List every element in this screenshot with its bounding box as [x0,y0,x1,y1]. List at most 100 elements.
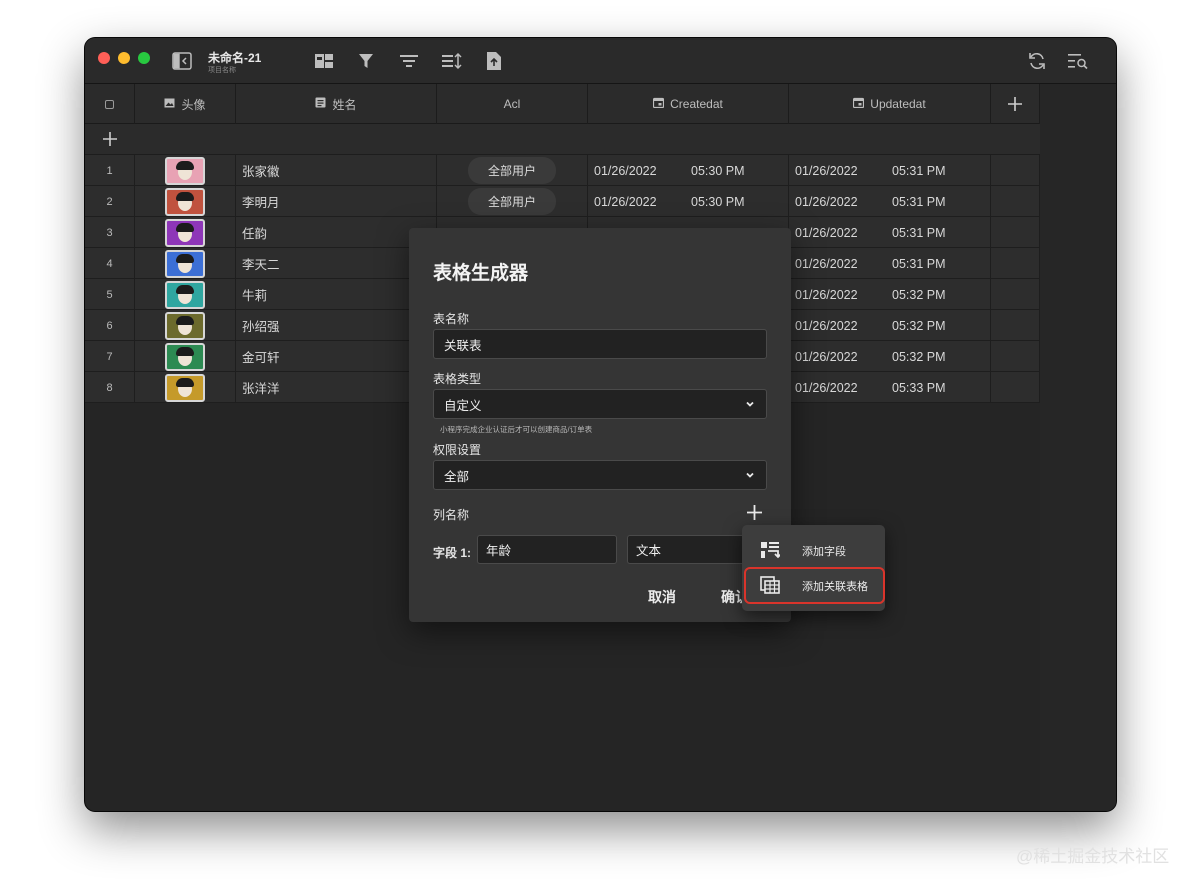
empty-cell [991,217,1040,248]
updatedat-cell[interactable]: 01/26/2022 05:32 PM [789,341,991,372]
empty-cell [991,248,1040,279]
table-type-select[interactable]: 自定义 [433,389,767,419]
avatar [165,249,205,278]
avatar-cell[interactable] [135,372,236,403]
group-icon[interactable] [398,50,420,72]
table-name-value: 关联表 [444,338,482,353]
empty-cell [991,155,1040,186]
menu-item-highlight-box [744,567,885,604]
menu-item-label: 添加字段 [802,546,846,558]
avatar-cell[interactable] [135,155,236,186]
confirm-button[interactable]: 确认 [721,587,742,607]
acl-badge[interactable]: 全部用户 [467,188,556,215]
name-cell[interactable]: 李明月 [236,186,437,217]
name-cell[interactable]: 张洋洋 [236,372,437,403]
avatar-cell[interactable] [135,279,236,310]
updatedat-cell[interactable]: 01/26/2022 05:32 PM [789,310,991,341]
field-1-type-select[interactable]: 文本 [627,535,752,564]
acl-cell[interactable]: 全部用户 [437,186,588,217]
avatar [165,156,205,185]
updatedat-cell[interactable]: 01/26/2022 05:33 PM [789,372,991,403]
acl-badge[interactable]: 全部用户 [467,157,556,184]
add-column-button[interactable] [991,84,1040,124]
filter-icon[interactable] [355,50,377,72]
avatar-cell[interactable] [135,248,236,279]
sort-icon[interactable] [441,50,463,72]
minimize-window-button[interactable] [118,52,130,64]
zoom-window-button[interactable] [138,52,150,64]
column-label: Createdat [670,97,723,111]
right-empty-pane [1040,84,1116,811]
permission-value: 全部 [444,469,470,484]
acl-cell[interactable]: 全部用户 [437,155,588,186]
permission-select[interactable]: 全部 [433,460,767,490]
createdat-cell[interactable]: 01/26/2022 05:30 PM [588,155,789,186]
table-row[interactable]: 1 张家徽 全部用户 01/26/2022 05:30 PM 01/26/2022 05:3… [85,155,1040,186]
name-cell[interactable]: 任韵 [236,217,437,248]
avatar-cell[interactable] [135,310,236,341]
grid-header: 头像 姓名 Acl Createdat Updatedat [85,84,1040,124]
column-header-name[interactable]: 姓名 [236,84,437,124]
updatedat-cell[interactable]: 01/26/2022 05:31 PM [789,186,991,217]
plus-icon [103,132,117,146]
sidebar-toggle-icon[interactable] [171,50,193,72]
avatar-cell[interactable] [135,186,236,217]
empty-cell [991,279,1040,310]
avatar-cell[interactable] [135,217,236,248]
row-number: 1 [85,155,135,186]
avatar [165,342,205,371]
updatedat-cell[interactable]: 01/26/2022 05:31 PM [789,217,991,248]
avatar [165,311,205,340]
name-cell[interactable]: 金可轩 [236,341,437,372]
add-row-button[interactable] [103,132,117,151]
menu-item-add-field[interactable]: 添加字段 [742,533,885,567]
created-date: 01/26/2022 [594,163,657,178]
table-name-label: 表名称 [433,312,470,326]
name-cell[interactable]: 孙绍强 [236,310,437,341]
calendar-icon [653,97,665,111]
image-icon [164,97,175,111]
dialog-title: 表格生成器 [433,263,529,284]
column-header-avatar[interactable]: 头像 [135,84,236,124]
name-cell[interactable]: 张家徽 [236,155,437,186]
updated-time: 05:31 PM [892,256,946,271]
empty-cell [991,372,1040,403]
column-header-acl[interactable]: Acl [437,84,588,124]
name-cell[interactable]: 牛莉 [236,279,437,310]
cancel-button[interactable]: 取消 [648,587,676,607]
field-1-name-value: 年龄 [486,544,512,558]
avatar [165,218,205,247]
updated-time: 05:31 PM [892,163,946,178]
createdat-cell[interactable]: 01/26/2022 05:30 PM [588,186,789,217]
updated-date: 01/26/2022 [795,380,858,395]
search-list-icon[interactable] [1067,50,1089,72]
avatar [165,280,205,309]
column-header-createdat[interactable]: Createdat [588,84,789,124]
updated-time: 05:32 PM [892,349,946,364]
export-icon[interactable] [483,50,505,72]
sync-icon[interactable] [1026,50,1048,72]
updatedat-cell[interactable]: 01/26/2022 05:31 PM [789,248,991,279]
row-number: 2 [85,186,135,217]
table-row[interactable]: 2 李明月 全部用户 01/26/2022 05:30 PM 01/26/2022 05:3… [85,186,1040,217]
avatar-cell[interactable] [135,341,236,372]
table-name-input[interactable]: 关联表 [433,329,767,359]
updatedat-cell[interactable]: 01/26/2022 05:32 PM [789,279,991,310]
updated-date: 01/26/2022 [795,256,858,271]
updated-time: 05:33 PM [892,380,946,395]
add-field-button[interactable] [747,505,762,525]
close-window-button[interactable] [98,52,110,64]
name-cell[interactable]: 李天二 [236,248,437,279]
chevron-down-icon [746,401,754,407]
updatedat-cell[interactable]: 01/26/2022 05:31 PM [789,155,991,186]
field-1-name-input[interactable]: 年龄 [477,535,617,564]
empty-cell [991,341,1040,372]
select-all-checkbox[interactable] [85,84,135,124]
column-header-updatedat[interactable]: Updatedat [789,84,991,124]
chevron-down-icon [746,472,754,478]
column-label: 头像 [181,97,206,112]
empty-cell [991,186,1040,217]
table-generator-dialog: 表格生成器 表名称 关联表 表格类型 自定义 小程序完成企业认证后才可以创建商品… [409,228,791,622]
table-layout-icon[interactable] [313,50,335,72]
table-type-label: 表格类型 [433,372,482,386]
